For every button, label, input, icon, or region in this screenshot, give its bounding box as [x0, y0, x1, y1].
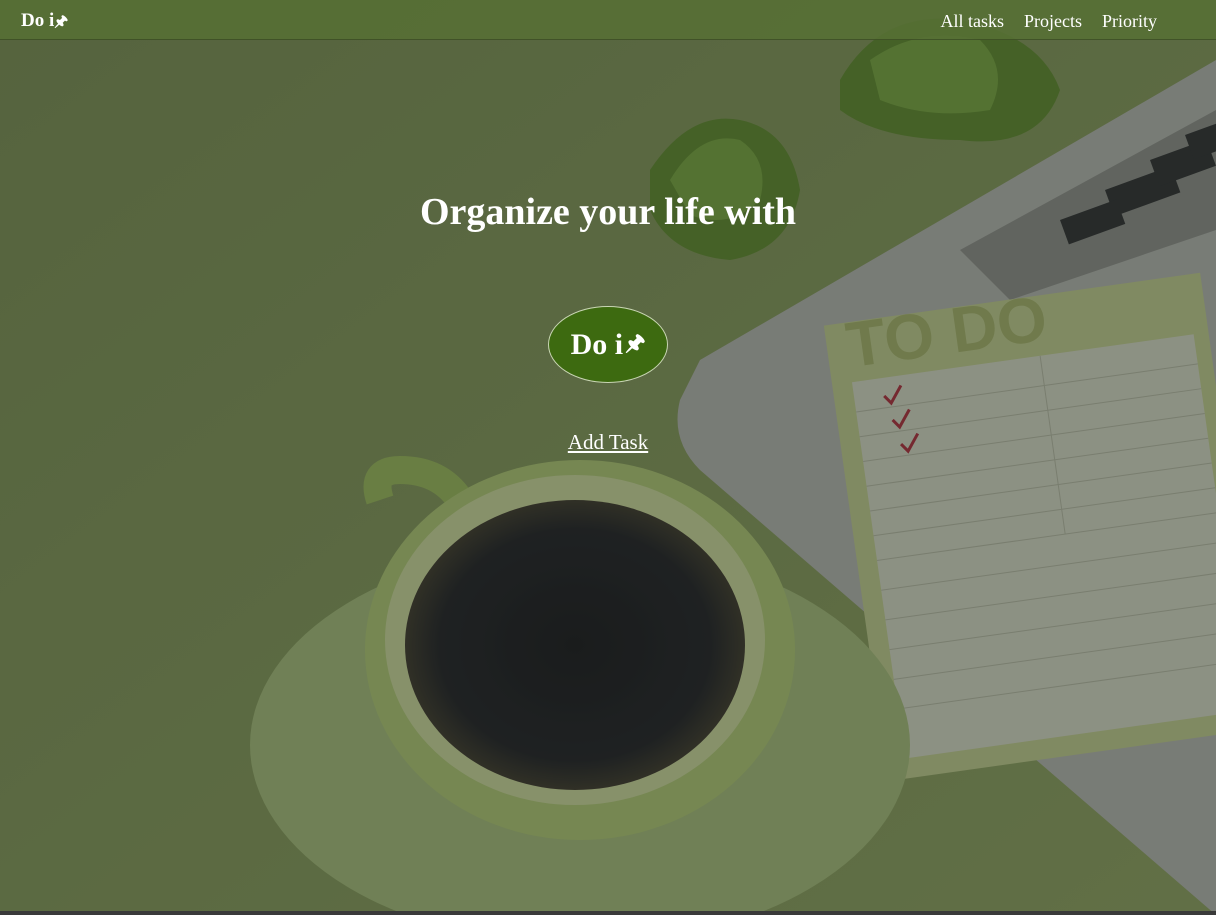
hero-logo-text: Do i [570, 327, 624, 361]
brand-text: Do i [21, 10, 55, 31]
nav-links: All tasks Projects Priority [940, 11, 1157, 32]
brand-link[interactable]: Do i🖈 [21, 10, 68, 36]
navbar: Do i🖈 All tasks Projects Priority [0, 0, 1216, 40]
nav-all-tasks[interactable]: All tasks [940, 11, 1004, 32]
nav-priority[interactable]: Priority [1102, 11, 1157, 32]
nav-projects[interactable]: Projects [1024, 11, 1082, 32]
pushpin-icon: 🖈 [54, 14, 69, 30]
pushpin-icon: 🖈 [625, 329, 646, 355]
add-task-link[interactable]: Add Task [568, 430, 648, 454]
bottom-border [0, 911, 1216, 915]
hero-title: Organize your life with [419, 191, 797, 233]
add-task-container: Add Task [0, 430, 1216, 455]
page: TO DO Do i🖈 All tasks Projects Priority … [0, 0, 1216, 915]
hero-logo: Do i 🖈 [548, 306, 668, 383]
background-overlay [0, 0, 1216, 915]
